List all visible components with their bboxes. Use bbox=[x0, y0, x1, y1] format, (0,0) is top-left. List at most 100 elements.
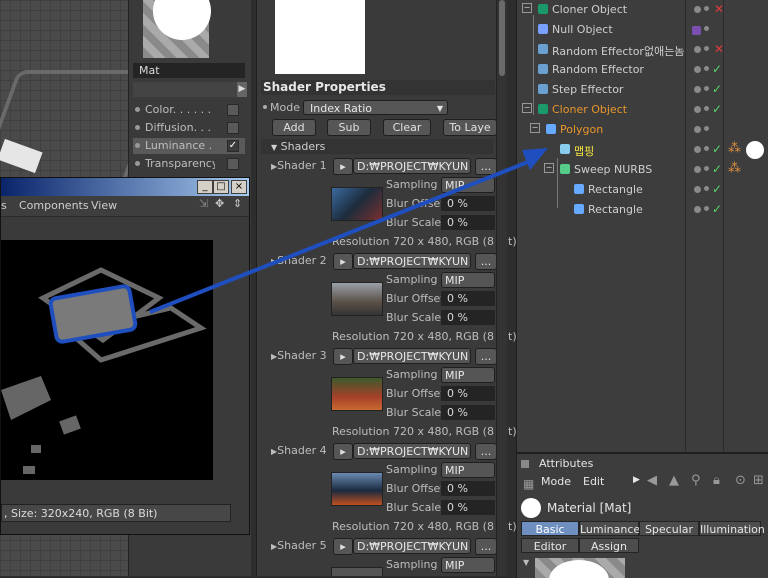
browse-button[interactable]: ... bbox=[475, 348, 497, 365]
mode-dropdown[interactable]: Index Ratio ▼ bbox=[303, 100, 448, 115]
disabled-x-icon[interactable]: ✕ bbox=[714, 42, 724, 56]
browse-button[interactable]: ... bbox=[475, 538, 497, 555]
object-row[interactable]: Step Effector ✓ bbox=[516, 80, 768, 100]
object-name[interactable]: Random Effector bbox=[552, 63, 644, 76]
tab-illumination[interactable]: Illumination bbox=[699, 521, 765, 536]
enabled-check-icon[interactable]: ✓ bbox=[712, 202, 722, 216]
object-status[interactable]: ✓ bbox=[690, 102, 730, 117]
render-dot-icon[interactable] bbox=[704, 186, 709, 191]
tab-luminance[interactable]: Luminance bbox=[579, 521, 640, 536]
sub-button[interactable]: Sub bbox=[327, 119, 371, 136]
blur-offset-field[interactable]: 0 % bbox=[441, 196, 495, 211]
channel-checkbox[interactable] bbox=[227, 104, 239, 116]
visibility-dot-icon[interactable] bbox=[694, 166, 701, 173]
object-status[interactable]: ✓ bbox=[690, 202, 730, 217]
channel-color[interactable]: Color. . . . . . . . . bbox=[133, 102, 245, 118]
render-dot-icon[interactable] bbox=[704, 166, 709, 171]
visibility-dot-icon[interactable] bbox=[694, 126, 701, 133]
render-dot-icon[interactable] bbox=[704, 86, 709, 91]
menu-item[interactable]: s bbox=[1, 199, 7, 212]
scroll-icon[interactable]: ⇕ bbox=[233, 197, 242, 210]
material-preview[interactable] bbox=[143, 0, 211, 58]
render-dot-icon[interactable] bbox=[704, 66, 709, 71]
grid-menu-icon[interactable]: ▦ bbox=[523, 477, 534, 491]
visibility-dot-icon[interactable] bbox=[694, 106, 701, 113]
object-row[interactable]: − Polygon bbox=[516, 120, 768, 140]
shader-path-field[interactable]: D:₩PROJECT₩KYUN bbox=[353, 348, 471, 364]
shader-arrow-button[interactable]: ▸ bbox=[333, 443, 353, 460]
object-status[interactable] bbox=[690, 123, 730, 137]
object-name[interactable]: Random Effector없애는놈 bbox=[552, 43, 684, 59]
object-status[interactable] bbox=[690, 23, 730, 37]
edit-menu[interactable]: Edit bbox=[583, 475, 604, 488]
blur-scale-field[interactable]: 0 % bbox=[441, 310, 495, 325]
lock-icon[interactable]: 🔒︎ bbox=[713, 473, 720, 488]
channel-luminance[interactable]: Luminance . . . . ✓ bbox=[133, 138, 245, 154]
shader-path-field[interactable]: D:₩PROJECT₩KYUN bbox=[353, 253, 471, 269]
object-name[interactable]: 맵핑 bbox=[574, 143, 594, 159]
mode-menu[interactable]: Mode bbox=[541, 475, 571, 488]
render-dot-icon[interactable] bbox=[704, 146, 709, 151]
object-status[interactable]: ✓ bbox=[690, 162, 730, 177]
scrollbar-thumb[interactable] bbox=[499, 0, 505, 76]
enabled-check-icon[interactable]: ✓ bbox=[712, 182, 722, 196]
shader-path-field[interactable]: D:₩PROJECT₩KYUN bbox=[353, 538, 471, 554]
visibility-dot-icon[interactable] bbox=[694, 86, 701, 93]
add-button[interactable]: Add bbox=[272, 119, 316, 136]
object-row[interactable]: Rectangle ✓ bbox=[516, 180, 768, 200]
render-dot-icon[interactable] bbox=[704, 6, 709, 11]
object-status[interactable]: ✕ bbox=[690, 42, 730, 57]
expand-toggle-icon[interactable]: − bbox=[522, 3, 532, 13]
browse-button[interactable]: ... bbox=[475, 253, 497, 270]
tab-editor[interactable]: Editor bbox=[521, 538, 579, 553]
object-status[interactable]: ✓ bbox=[690, 62, 730, 77]
render-dot-icon[interactable] bbox=[704, 106, 709, 111]
sampling-dropdown[interactable]: MIP bbox=[441, 272, 495, 288]
object-name[interactable]: Rectangle bbox=[588, 183, 643, 196]
visibility-dot-icon[interactable] bbox=[694, 66, 701, 73]
shader-path-field[interactable]: D:₩PROJECT₩KYUN bbox=[353, 158, 471, 174]
object-row[interactable]: Rectangle ✓ bbox=[516, 200, 768, 220]
tab-basic[interactable]: Basic bbox=[521, 521, 579, 536]
search-icon[interactable]: ⚲ bbox=[691, 473, 701, 488]
object-row[interactable]: − Cloner Object ✓ bbox=[516, 100, 768, 120]
maximize-button[interactable]: □ bbox=[213, 180, 229, 194]
shader-arrow-button[interactable]: ▸ bbox=[333, 158, 353, 175]
picture-viewer-window[interactable]: _ □ × s Components View ⇲ ✥ ⇕ , Size: 32… bbox=[0, 177, 250, 535]
object-status[interactable]: ✓ bbox=[690, 182, 730, 197]
blur-scale-field[interactable]: 0 % bbox=[441, 215, 495, 230]
channel-diffusion[interactable]: Diffusion. . . . . . bbox=[133, 120, 245, 136]
channel-checkbox-checked[interactable]: ✓ bbox=[227, 140, 239, 152]
object-name[interactable]: Cloner Object bbox=[552, 3, 627, 16]
enabled-check-icon[interactable]: ✓ bbox=[712, 162, 722, 176]
enabled-check-icon[interactable]: ✓ bbox=[712, 102, 722, 116]
menu-components[interactable]: Components bbox=[19, 199, 89, 212]
blur-scale-field[interactable]: 0 % bbox=[441, 500, 495, 515]
enabled-check-icon[interactable]: ✓ bbox=[712, 62, 722, 76]
sampling-dropdown[interactable]: MIP bbox=[441, 177, 495, 193]
shader-arrow-button[interactable]: ▸ bbox=[333, 348, 353, 365]
sampling-dropdown[interactable]: MIP bbox=[441, 462, 495, 478]
object-row[interactable]: Null Object bbox=[516, 20, 768, 40]
blur-offset-field[interactable]: 0 % bbox=[441, 481, 495, 496]
object-row[interactable]: − Sweep NURBS ⁂ ✓ bbox=[516, 160, 768, 180]
object-row[interactable]: 맵핑 ⁂ ✓ bbox=[516, 140, 768, 160]
visibility-dot-icon[interactable] bbox=[694, 186, 701, 193]
triangle-down-icon[interactable]: ▼ bbox=[523, 558, 529, 567]
object-name[interactable]: Step Effector bbox=[552, 83, 623, 96]
triangle-right-icon[interactable]: ▶ bbox=[633, 475, 640, 485]
shader-arrow-button[interactable]: ▸ bbox=[333, 538, 353, 555]
tab-specular[interactable]: Specular bbox=[639, 521, 699, 536]
new-window-icon[interactable]: ⊞ bbox=[753, 473, 764, 488]
minimize-button[interactable]: _ bbox=[197, 180, 213, 194]
material-name-field[interactable]: Mat bbox=[133, 63, 245, 78]
channel-checkbox[interactable] bbox=[227, 158, 239, 170]
browse-button[interactable]: ... bbox=[475, 443, 497, 460]
blur-scale-field[interactable]: 0 % bbox=[441, 405, 495, 420]
to-layer-button[interactable]: To Laye bbox=[443, 119, 497, 136]
visibility-dot-icon[interactable] bbox=[694, 206, 701, 213]
expand-toggle-icon[interactable]: − bbox=[522, 103, 532, 113]
blur-offset-field[interactable]: 0 % bbox=[441, 291, 495, 306]
object-row[interactable]: Random Effector ✓ bbox=[516, 60, 768, 80]
move-icon[interactable]: ✥ bbox=[215, 197, 224, 210]
